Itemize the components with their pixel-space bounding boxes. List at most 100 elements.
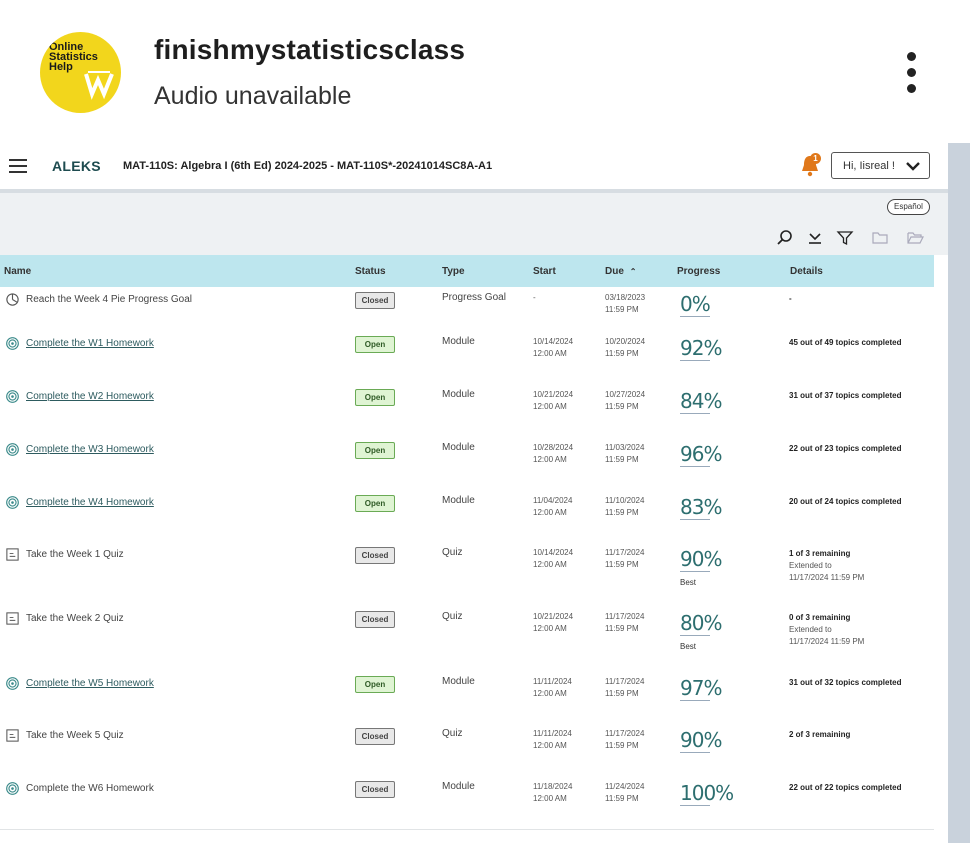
- best-label: Best: [680, 578, 697, 587]
- start-date-value: 11/11/2024: [533, 729, 572, 738]
- start-date-value: 10/21/2024: [533, 390, 574, 399]
- table-row[interactable]: Take the Week 5 Quiz Closed Quiz 11/11/2024…: [0, 723, 934, 777]
- start-date: 10/21/2024 12:00 AM: [533, 611, 573, 635]
- start-date-value: 11/18/2024: [533, 782, 573, 791]
- due-date-value: 11/17/2024: [605, 677, 645, 686]
- status-badge: Closed: [355, 728, 395, 745]
- assignment-title[interactable]: Complete the W5 Homework: [26, 678, 154, 689]
- assignment-title[interactable]: Complete the W3 Homework: [26, 444, 154, 455]
- assignment-name[interactable]: Complete the W5 Homework: [5, 676, 154, 691]
- details-text: 22 out of 23 topics completed: [789, 444, 902, 453]
- table-row[interactable]: Complete the W2 Homework Open Module 10/21/…: [0, 384, 934, 438]
- extension-date: 11/17/2024 11:59 PM: [789, 573, 865, 582]
- best-label: Best: [680, 642, 697, 651]
- scrollbar-track[interactable]: [948, 143, 970, 843]
- assignment-name: Take the Week 5 Quiz: [5, 728, 124, 743]
- folder-icon[interactable]: [870, 228, 890, 248]
- start-date-value: 11/11/2024: [533, 677, 572, 686]
- due-time-value: 11:59 PM: [605, 689, 639, 698]
- aleks-logo[interactable]: ALEKS: [52, 158, 101, 174]
- assignment-name[interactable]: Complete the W3 Homework: [5, 442, 154, 457]
- assignment-name: Reach the Week 4 Pie Progress Goal: [5, 292, 192, 307]
- pie-goal-icon: [5, 292, 20, 307]
- start-date-value: 11/04/2024: [533, 496, 573, 505]
- table-row[interactable]: Complete the W6 Homework Closed Module 11/1…: [0, 776, 934, 830]
- table-row[interactable]: Complete the W4 Homework Open Module 11/04/…: [0, 490, 934, 543]
- due-time-value: 11:59 PM: [605, 349, 639, 358]
- assignment-name: Take the Week 1 Quiz: [5, 547, 124, 562]
- start-time-value: 12:00 AM: [533, 560, 567, 569]
- progress-value: 90%: [680, 728, 722, 752]
- start-date: 10/21/2024 12:00 AM: [533, 389, 573, 413]
- start-time-value: 12:00 AM: [533, 794, 567, 803]
- details-text: 31 out of 32 topics completed: [789, 678, 902, 687]
- assignment-type: Progress Goal: [442, 292, 506, 303]
- assignment-name[interactable]: Complete the W1 Homework: [5, 336, 154, 351]
- start-date-value: -: [533, 293, 536, 302]
- column-name[interactable]: Name: [4, 266, 31, 277]
- start-date-value: 10/14/2024: [533, 337, 574, 346]
- toolbar-area: Español: [0, 193, 948, 255]
- aleks-window: ALEKS MAT-110S: Algebra I (6th Ed) 2024-…: [0, 143, 948, 858]
- logo-mark-icon: [84, 71, 114, 100]
- start-date: 10/14/2024 12:00 AM: [533, 336, 573, 360]
- due-time-value: 11:59 PM: [605, 794, 639, 803]
- column-start[interactable]: Start: [533, 266, 556, 277]
- due-date-value: 11/10/2024: [605, 496, 645, 505]
- table-row[interactable]: Complete the W1 Homework Open Module 10/14/…: [0, 331, 934, 385]
- notification-count: 1: [810, 153, 821, 164]
- details-cell: -: [789, 293, 792, 305]
- menu-icon[interactable]: [9, 159, 29, 175]
- progress-underline: [680, 316, 710, 317]
- table-row[interactable]: Reach the Week 4 Pie Progress Goal Closed…: [0, 287, 934, 332]
- notification-bell-icon[interactable]: 1: [800, 153, 822, 177]
- details-text: -: [789, 294, 792, 303]
- details-text: 0 of 3 remaining: [789, 613, 851, 622]
- assignment-title[interactable]: Complete the W1 Homework: [26, 338, 154, 349]
- account-name[interactable]: finishmystatisticsclass: [154, 34, 465, 66]
- assignment-name[interactable]: Complete the W4 Homework: [5, 495, 154, 510]
- start-date-value: 10/21/2024: [533, 612, 574, 621]
- due-date-value: 11/17/2024: [605, 548, 645, 557]
- column-status[interactable]: Status: [355, 266, 386, 277]
- status-badge: Closed: [355, 781, 395, 798]
- column-type[interactable]: Type: [442, 266, 465, 277]
- assignment-name[interactable]: Complete the W2 Homework: [5, 389, 154, 404]
- status-badge: Closed: [355, 547, 395, 564]
- assignment-title: Take the Week 2 Quiz: [26, 613, 124, 624]
- course-title: MAT-110S: Algebra I (6th Ed) 2024-2025 -…: [123, 160, 493, 172]
- open-folder-icon[interactable]: [905, 228, 925, 248]
- progress-value: 84%: [680, 389, 722, 413]
- more-options-icon[interactable]: [898, 50, 924, 96]
- espanol-button[interactable]: Español: [887, 199, 930, 215]
- sort-ascending-icon: ⌃: [629, 267, 637, 276]
- assignment-title: Reach the Week 4 Pie Progress Goal: [26, 294, 193, 305]
- table-row[interactable]: Complete the W5 Homework Open Module 11/11/…: [0, 671, 934, 724]
- chevron-down-icon: [906, 162, 920, 171]
- column-details[interactable]: Details: [790, 266, 823, 277]
- table-row[interactable]: Take the Week 2 Quiz Closed Quiz 10/21/2024…: [0, 606, 934, 672]
- module-target-icon: [5, 495, 20, 510]
- column-due[interactable]: Due ⌃: [605, 266, 636, 277]
- progress-value: 83%: [680, 495, 722, 519]
- status-badge: Open: [355, 442, 395, 459]
- search-icon[interactable]: [775, 228, 795, 248]
- column-progress[interactable]: Progress: [677, 266, 720, 277]
- table-row[interactable]: Complete the W3 Homework Open Module 10/28/…: [0, 437, 934, 491]
- table-row[interactable]: Take the Week 1 Quiz Closed Quiz 10/14/2024…: [0, 542, 934, 607]
- aleks-topbar: ALEKS MAT-110S: Algebra I (6th Ed) 2024-…: [0, 143, 948, 193]
- user-menu-button[interactable]: Hi, Iisreal !: [831, 152, 930, 179]
- assignment-title[interactable]: Complete the W2 Homework: [26, 391, 154, 402]
- details-cell: 0 of 3 remaining Extended to 11/17/2024 11…: [789, 612, 864, 648]
- details-text: 20 out of 24 topics completed: [789, 497, 902, 506]
- assignment-type: Module: [442, 389, 475, 400]
- assignment-name: Complete the W6 Homework: [5, 781, 154, 796]
- assignment-type: Quiz: [442, 728, 463, 739]
- filter-icon[interactable]: [835, 228, 855, 248]
- progress-underline: [680, 360, 710, 361]
- quiz-icon: [5, 728, 20, 743]
- assignment-title[interactable]: Complete the W4 Homework: [26, 497, 154, 508]
- account-avatar[interactable]: Online Statistics Help: [40, 32, 121, 113]
- download-icon[interactable]: [805, 228, 825, 248]
- due-time-value: 11:59 PM: [605, 402, 639, 411]
